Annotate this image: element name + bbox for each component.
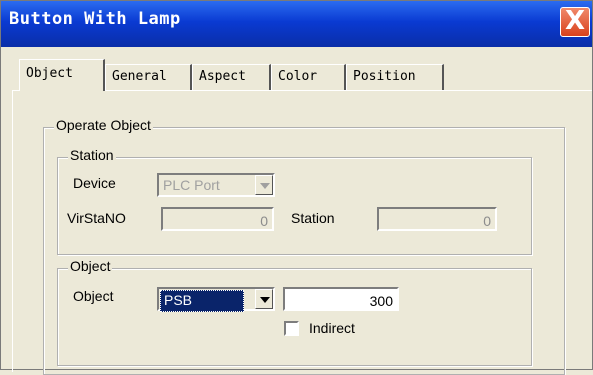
tab-color[interactable]: Color — [271, 64, 346, 90]
object-address-input[interactable]: 300 — [283, 287, 399, 311]
chevron-down-icon — [260, 183, 270, 189]
object-label: Object — [73, 288, 114, 304]
device-label: Device — [73, 175, 116, 191]
object-type-value: PSB — [160, 290, 244, 312]
tab-aspect[interactable]: Aspect — [192, 64, 271, 90]
operate-object-title: Operate Object — [54, 117, 153, 133]
chevron-down-icon — [260, 297, 270, 303]
virstano-label: VirStaNO — [67, 210, 126, 226]
window-title: Button With Lamp — [9, 9, 181, 29]
tab-position[interactable]: Position — [346, 64, 444, 90]
station-group: Station — [57, 147, 532, 255]
object-type-dropdown-button[interactable] — [255, 289, 273, 309]
virstano-field[interactable]: 0 — [161, 207, 274, 231]
device-select[interactable]: PLC Port — [157, 173, 275, 197]
title-bar[interactable]: Button With Lamp X — [1, 1, 592, 47]
device-dropdown-button[interactable] — [255, 175, 273, 195]
tab-object[interactable]: Object — [19, 59, 105, 91]
device-value: PLC Port — [163, 177, 220, 193]
station-group-title: Station — [68, 147, 116, 163]
close-icon: X — [564, 6, 586, 36]
indirect-label: Indirect — [309, 320, 355, 336]
tab-general[interactable]: General — [105, 64, 192, 90]
object-group-title: Object — [68, 258, 113, 274]
station-label: Station — [291, 210, 335, 226]
dialog-window: Button With Lamp X Object General Aspect… — [0, 0, 593, 375]
indirect-checkbox[interactable] — [284, 321, 299, 336]
station-field[interactable]: 0 — [377, 207, 497, 231]
object-type-select[interactable]: PSB — [157, 287, 275, 312]
dialog-client: Object General Aspect Color Position Ope… — [1, 47, 592, 375]
close-button[interactable]: X — [560, 6, 590, 37]
object-group: Object — [57, 258, 532, 366]
